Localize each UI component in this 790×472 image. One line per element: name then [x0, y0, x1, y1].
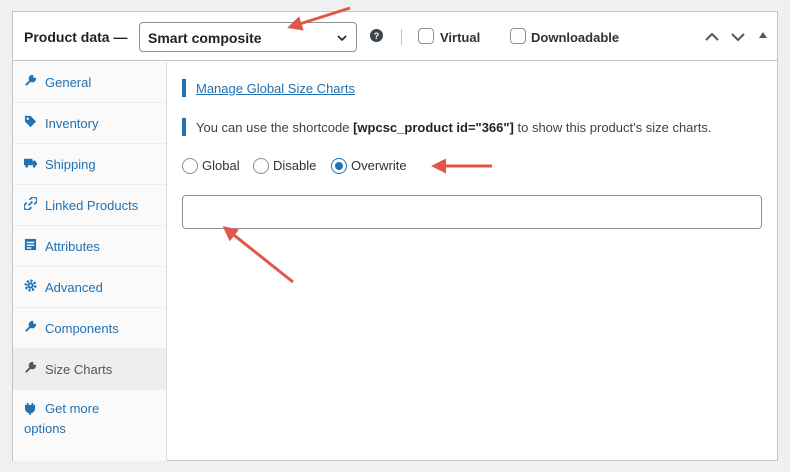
tab-advanced[interactable]: Advanced: [13, 267, 166, 308]
header-divider: [401, 29, 402, 45]
panel-header: Product data — Smart composite ? Virtual…: [13, 12, 777, 61]
virtual-checkbox[interactable]: [418, 28, 434, 44]
radio-overwrite[interactable]: [331, 158, 347, 174]
wrench-icon: [25, 74, 37, 86]
tab-label: Size Charts: [45, 362, 113, 377]
tab-linked-products[interactable]: Linked Products: [13, 185, 166, 226]
tab-get-more-options[interactable]: Get more options: [13, 390, 166, 446]
size-chart-input[interactable]: [182, 195, 762, 229]
tab-shipping[interactable]: Shipping: [13, 144, 166, 185]
size-charts-panel: Manage Global Size Charts You can use th…: [167, 62, 778, 461]
manage-global-size-charts-link[interactable]: Manage Global Size Charts: [196, 81, 355, 96]
tab-size-charts[interactable]: Size Charts: [13, 349, 166, 390]
notice-bar: [182, 79, 186, 97]
tab-label: Components: [45, 321, 119, 336]
tab-components[interactable]: Components: [13, 308, 166, 349]
move-up-icon[interactable]: [703, 28, 721, 46]
panel-title: Product data —: [24, 29, 128, 45]
notice-prefix: You can use the shortcode: [196, 120, 354, 135]
product-data-tabs: General Inventory Shipping Linked Produc…: [13, 62, 167, 461]
wrench-icon: [25, 361, 37, 373]
radio-global[interactable]: [182, 158, 198, 174]
link-icon: [24, 197, 37, 210]
radio-label-disable: Disable: [273, 158, 317, 173]
wrench-icon: [25, 320, 37, 332]
radio-disable[interactable]: [253, 158, 269, 174]
tab-label: Get more options: [24, 401, 100, 436]
notice-suffix: to show this product's size charts.: [513, 120, 712, 135]
shortcode-value: [wpcsc_product id="366"]: [353, 120, 514, 135]
tab-general[interactable]: General: [13, 62, 166, 103]
notice-bar: [182, 118, 186, 136]
chevron-down-icon: [337, 35, 347, 42]
tab-label: Advanced: [45, 280, 103, 295]
truck-icon: [24, 158, 37, 168]
tab-inventory[interactable]: Inventory: [13, 103, 166, 144]
gear-icon: [24, 279, 37, 292]
tag-icon: [24, 115, 37, 128]
virtual-label: Virtual: [440, 30, 481, 45]
radio-label-global: Global: [202, 158, 240, 173]
product-data-panel: Product data — Smart composite ? Virtual…: [12, 11, 778, 461]
downloadable-checkbox[interactable]: [510, 28, 526, 44]
help-icon[interactable]: ?: [370, 29, 383, 42]
shortcode-notice: You can use the shortcode [wpcsc_product…: [196, 120, 711, 135]
tab-label: Attributes: [45, 239, 100, 254]
tab-label: Shipping: [45, 157, 96, 172]
list-icon: [24, 238, 37, 251]
downloadable-label: Downloadable: [531, 30, 620, 45]
radio-label-overwrite: Overwrite: [351, 158, 407, 173]
product-type-select[interactable]: Smart composite: [139, 22, 357, 52]
tab-label: Linked Products: [45, 198, 139, 213]
collapse-toggle-icon[interactable]: [759, 32, 767, 38]
tab-attributes[interactable]: Attributes: [13, 226, 166, 267]
tab-label: General: [45, 75, 92, 90]
product-type-value: Smart composite: [148, 30, 262, 46]
move-down-icon[interactable]: [729, 28, 747, 46]
tab-label: Inventory: [45, 116, 99, 131]
